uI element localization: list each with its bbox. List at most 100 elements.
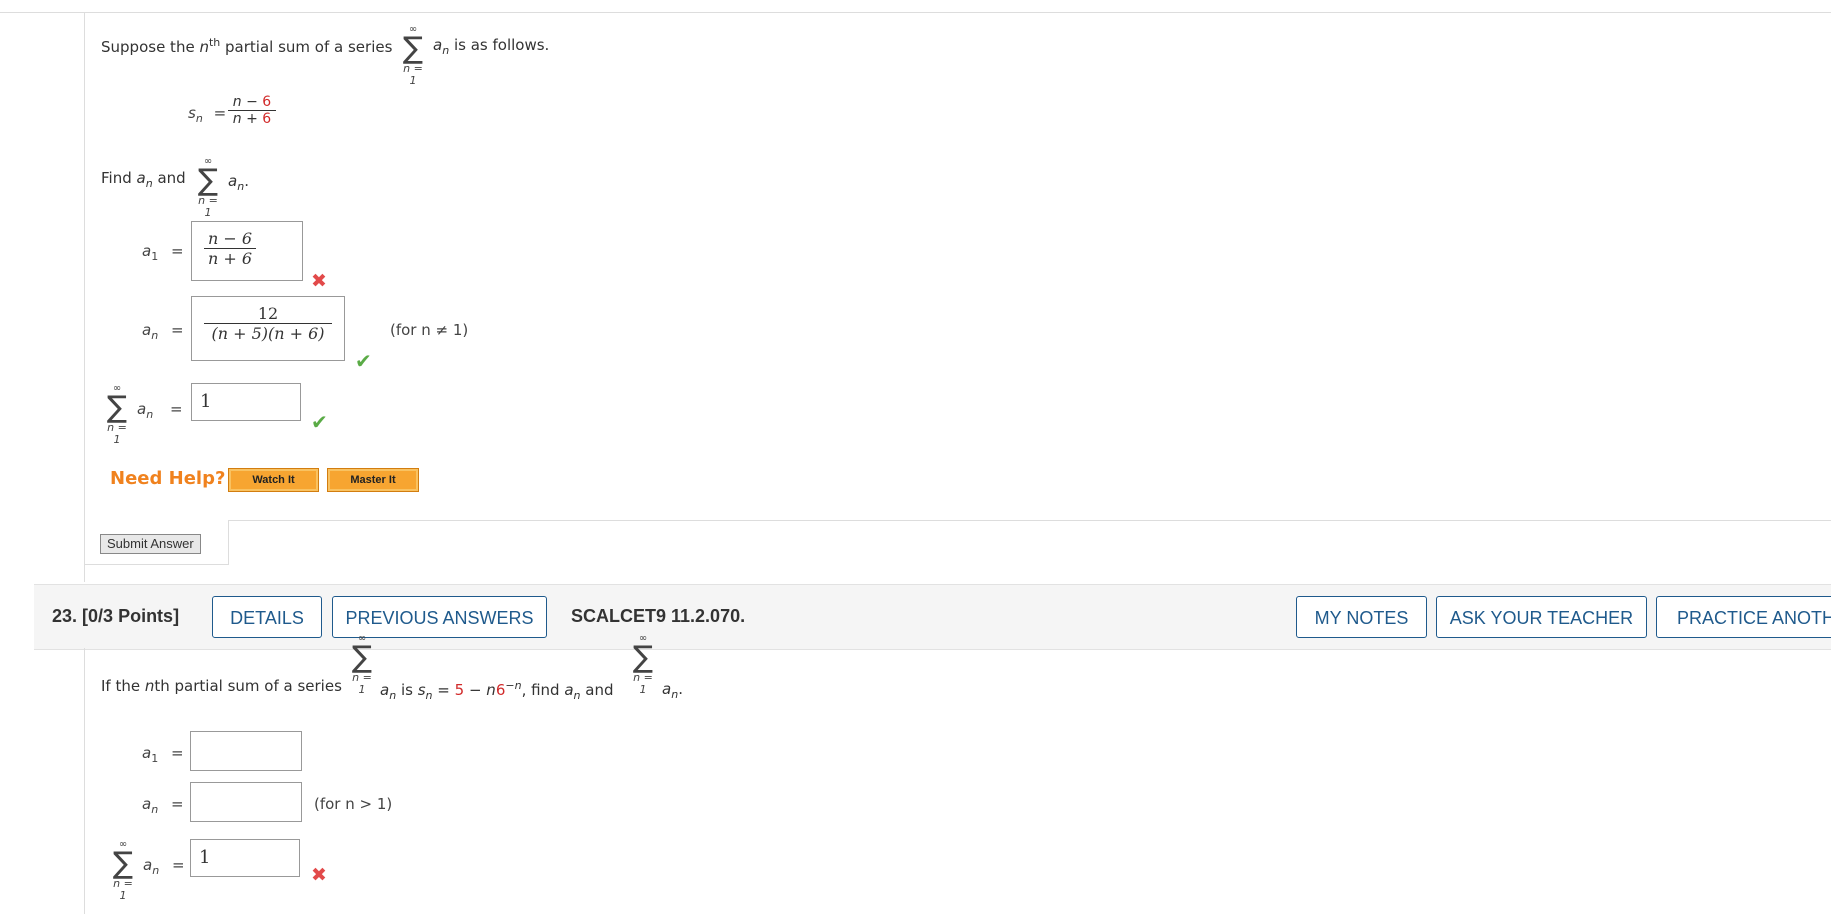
sigma-glyph: ∑ xyxy=(402,31,424,66)
sn-fraction: n − 6 n + 6 xyxy=(228,94,276,127)
a1-label: a1 = xyxy=(142,242,184,263)
sigma-symbol: ∞ ∑ n = 1 xyxy=(628,634,658,696)
minus-n: − n xyxy=(464,681,496,699)
sigma-glyph: ∑ xyxy=(197,163,219,198)
an-answer-field[interactable]: 12 (n + 5)(n + 6) xyxy=(191,296,345,361)
q23-left-border xyxy=(84,648,85,914)
a1-numerator: n − 6 xyxy=(207,229,253,248)
sigma-bottom: n = 1 xyxy=(633,671,653,696)
sigma-symbol: ∞ ∑ n = 1 xyxy=(108,840,138,902)
q23-intro-formula: an is sn = 5 − n6−n, find an and xyxy=(380,679,614,702)
a-symbol: a xyxy=(142,744,152,762)
sigma-bottom: n = 1 xyxy=(113,877,133,902)
sigma-glyph: ∑ xyxy=(351,640,373,675)
sigma-bottom: n = 1 xyxy=(198,194,218,219)
sub-n: n xyxy=(151,329,159,342)
equals-sign: = xyxy=(171,856,185,874)
q23-sum-label: an = xyxy=(143,856,185,877)
num-const: 6 xyxy=(262,94,272,110)
a-symbol: a xyxy=(662,680,672,698)
q23-a1-input[interactable] xyxy=(190,731,302,771)
sub-1: 1 xyxy=(151,250,159,263)
sub-1: 1 xyxy=(151,752,159,765)
previous-answers-button[interactable]: PREVIOUS ANSWERS xyxy=(332,596,547,638)
equals-sign: = xyxy=(170,744,184,762)
a-symbol: a xyxy=(137,400,147,418)
ask-your-teacher-button[interactable]: ASK YOUR TEACHER xyxy=(1436,596,1647,638)
sigma-bottom: n = 1 xyxy=(403,62,423,87)
an-fraction: 12 (n + 5)(n + 6) xyxy=(204,304,332,343)
sn-denominator: n + 6 xyxy=(228,111,276,127)
master-it-button[interactable]: Master It xyxy=(327,468,419,492)
a1-denominator: n + 6 xyxy=(207,249,253,268)
find-mid: and xyxy=(152,169,186,187)
a-symbol: a xyxy=(136,169,146,187)
intro-end: . xyxy=(678,680,683,698)
a-symbol: a xyxy=(380,681,390,699)
intro-text-mid: th partial sum of a series xyxy=(154,677,342,695)
sum-answer-field[interactable]: 1 xyxy=(191,383,301,421)
sub-n: n xyxy=(146,408,154,421)
sn-numerator: n − 6 xyxy=(228,94,276,110)
sigma-glyph: ∑ xyxy=(106,390,128,425)
sigma-bottom: n = 1 xyxy=(107,421,127,446)
s-symbol: s xyxy=(417,681,426,699)
intro-is: is xyxy=(396,681,418,699)
an-condition: (for n ≠ 1) xyxy=(390,321,469,339)
q23-an-label: an = xyxy=(142,795,184,816)
sigma-symbol: ∞ ∑ n = 1 xyxy=(102,384,132,446)
question-left-border xyxy=(84,12,85,582)
find-post: . xyxy=(244,172,249,190)
a-symbol: a xyxy=(142,321,152,339)
q23-a1-label: a1 = xyxy=(142,744,184,765)
submit-tab-divider xyxy=(228,520,1831,521)
equals-sign: = xyxy=(213,104,227,122)
den-n: n + xyxy=(232,111,263,127)
need-help-label: Need Help? xyxy=(110,468,226,489)
question-number: 23. xyxy=(52,606,78,626)
exponent: −n xyxy=(505,679,522,692)
sigma-bottom: n = 1 xyxy=(352,671,372,696)
sub-n: n xyxy=(151,803,159,816)
watch-it-button[interactable]: Watch It xyxy=(228,468,319,492)
correct-check-icon: ✔ xyxy=(311,410,328,434)
q23-number: 23. [0/3 Points] xyxy=(52,606,179,627)
const-5: 5 xyxy=(454,681,465,699)
intro-sup: th xyxy=(208,36,221,49)
a-symbol: a xyxy=(564,681,574,699)
sn-label: sn = xyxy=(188,104,226,125)
an-label: an = xyxy=(142,321,184,342)
sub-n: n xyxy=(195,112,203,125)
a-symbol: a xyxy=(433,36,443,54)
my-notes-button[interactable]: MY NOTES xyxy=(1296,596,1427,638)
intro-text: If the xyxy=(101,677,145,695)
a-symbol: a xyxy=(142,795,152,813)
a1-fraction: n − 6 n + 6 xyxy=(204,229,256,268)
sub-n: n xyxy=(152,864,160,877)
equals-sign: = xyxy=(170,242,184,260)
q23-sum-input[interactable]: 1 xyxy=(190,839,300,877)
practice-another-button[interactable]: PRACTICE ANOTHER xyxy=(1656,596,1831,638)
intro-find: , find xyxy=(521,681,565,699)
q22-intro: Suppose the nth partial sum of a series xyxy=(101,36,392,56)
q23-an-input[interactable] xyxy=(190,782,302,822)
intro-text-mid: partial sum of a series xyxy=(220,38,393,56)
sigma-symbol: ∞ ∑ n = 1 xyxy=(398,25,428,87)
equals-sign: = xyxy=(170,321,184,339)
top-divider xyxy=(0,12,1831,13)
s-symbol: s xyxy=(188,104,196,122)
equals-sign: = xyxy=(432,681,455,699)
sub-n: n xyxy=(573,689,581,702)
sigma-glyph: ∑ xyxy=(632,640,654,675)
find-text: Find an and xyxy=(101,169,186,190)
question-code: SCALCET9 11.2.070. xyxy=(571,606,746,626)
find-pre: Find xyxy=(101,169,137,187)
details-button[interactable]: DETAILS xyxy=(212,596,322,638)
intro-text-post: is as follows. xyxy=(449,36,550,54)
num-n: n − xyxy=(232,94,263,110)
sub-n: n xyxy=(145,177,153,190)
sub-n: n xyxy=(425,689,433,702)
submit-answer-button[interactable]: Submit Answer xyxy=(100,534,201,554)
a1-answer-field[interactable]: n − 6 n + 6 xyxy=(191,221,303,281)
incorrect-x-icon: ✖ xyxy=(311,864,327,886)
